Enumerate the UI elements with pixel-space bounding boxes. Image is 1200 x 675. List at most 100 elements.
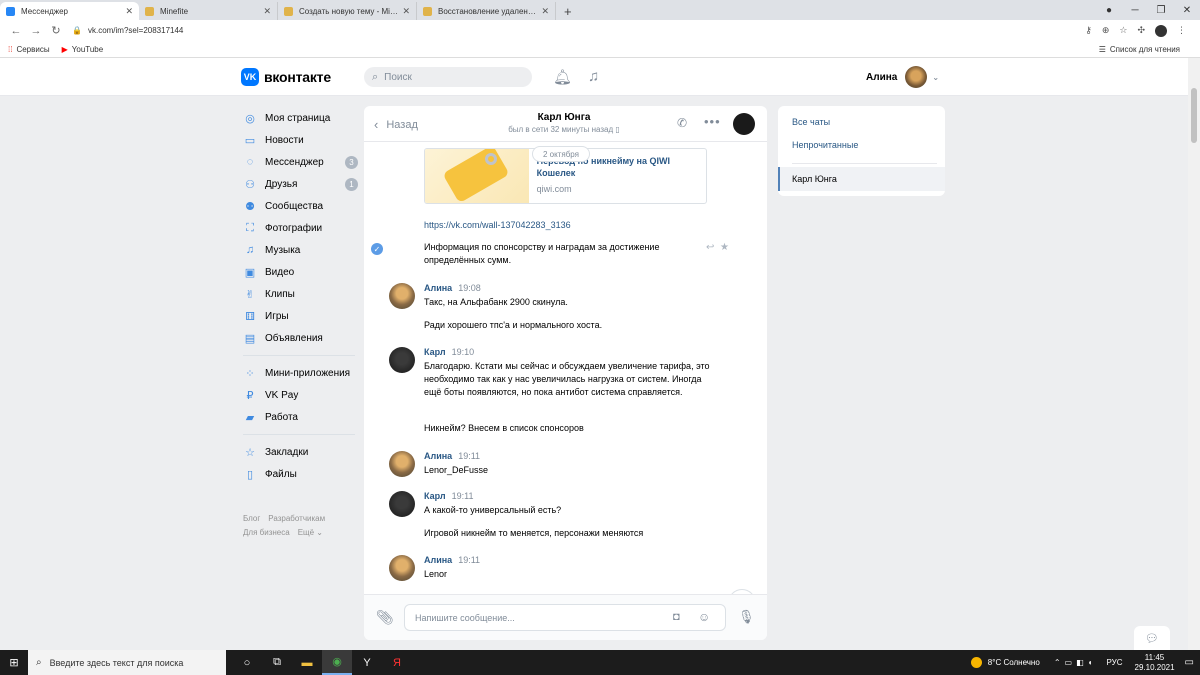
user-menu[interactable]: Алина ⌄: [866, 66, 939, 88]
tray-icons[interactable]: ⌃▭◧◖: [1054, 658, 1097, 667]
active-chat-item[interactable]: Карл Юнга: [778, 167, 945, 191]
chat-title[interactable]: Карл Юнга: [494, 112, 634, 123]
camera-icon[interactable]: ◘: [673, 611, 680, 623]
sidebar-item-ads[interactable]: ▤ Объявления: [243, 327, 358, 349]
task-view-icon[interactable]: ⧉: [262, 656, 292, 669]
tab-messenger[interactable]: Мессенджер ✕: [0, 2, 139, 20]
sidebar-item-messenger[interactable]: ◌ Мессенджер 3: [243, 151, 358, 173]
page-scrollbar[interactable]: [1188, 58, 1200, 650]
divider: [243, 434, 355, 435]
reply-icon[interactable]: ↩: [706, 242, 714, 253]
back-arrow-icon[interactable]: ←: [6, 25, 26, 37]
avatar[interactable]: [733, 113, 755, 135]
forward-arrow-icon[interactable]: →: [26, 25, 46, 37]
tab-create-topic[interactable]: Создать новую тему - Minefite ✕: [278, 2, 417, 20]
avatar[interactable]: [389, 491, 415, 517]
star-icon[interactable]: ☆: [1119, 25, 1127, 36]
avatar[interactable]: [389, 283, 415, 309]
yandex-browser-icon[interactable]: Y: [352, 657, 382, 669]
chat-fab-button[interactable]: 💬︎: [1134, 626, 1170, 650]
filter-all-chats[interactable]: Все чаты: [792, 117, 830, 127]
avatar[interactable]: [389, 347, 415, 373]
sidebar-item-bookmarks[interactable]: ☆ Закладки: [243, 441, 358, 463]
url-field[interactable]: 🔒 vk.com/im?sel=208317144: [72, 23, 1085, 39]
sidebar-item-communities[interactable]: ⚉ Сообщества: [243, 195, 358, 217]
vk-logo[interactable]: VK вконтакте: [241, 68, 331, 86]
close-icon[interactable]: ✕: [263, 6, 271, 17]
minimize-icon[interactable]: ─: [1122, 5, 1148, 16]
new-tab-button[interactable]: +: [556, 2, 580, 20]
vk-favicon-icon: [6, 6, 15, 16]
sidebar-item-files[interactable]: ▯ Файлы: [243, 463, 358, 485]
footer-link-blog[interactable]: Блог: [243, 514, 260, 523]
check-icon[interactable]: ✓: [371, 243, 383, 255]
avatar[interactable]: [389, 451, 415, 477]
sidebar-item-work[interactable]: ▰ Работа: [243, 406, 358, 428]
weather-text[interactable]: 8°C Солнечно: [988, 658, 1040, 667]
back-button[interactable]: ‹ Назад: [374, 117, 418, 132]
more-dots-icon[interactable]: •••: [704, 114, 721, 129]
smile-icon[interactable]: ☺: [698, 610, 710, 624]
key-icon[interactable]: ⚷: [1085, 25, 1092, 36]
message-text: Игровой никнейм то меняется, персонажи м…: [424, 528, 644, 538]
avatar[interactable]: [389, 555, 415, 581]
windows-start-icon[interactable]: ⊞: [0, 656, 28, 669]
sidebar-item-video[interactable]: ▣ Видео: [243, 261, 358, 283]
taskbar-search-input[interactable]: ⌕ Введите здесь текст для поиска: [28, 650, 226, 675]
paperclip-icon[interactable]: 📎︎: [376, 609, 394, 626]
tab-restore[interactable]: Восстановление удаленных сис ✕: [417, 2, 556, 20]
file-explorer-icon[interactable]: ▬: [292, 657, 322, 669]
message-link[interactable]: https://vk.com/wall-137042283_3136: [424, 220, 571, 230]
footer-link-business[interactable]: Для бизнеса: [243, 528, 290, 537]
sidebar-item-photos[interactable]: ⛶ Фотографии: [243, 217, 358, 239]
sidebar-item-news[interactable]: ▭ Новости: [243, 129, 358, 151]
sidebar-item-games[interactable]: ⚅ Игры: [243, 305, 358, 327]
sidebar-item-my-page[interactable]: ◎ Моя страница: [243, 107, 358, 129]
back-label: Назад: [386, 118, 418, 131]
music-note-icon[interactable]: ♫: [588, 68, 599, 85]
author-name[interactable]: Карл: [424, 491, 446, 501]
menu-dots-icon[interactable]: ⋮: [1177, 25, 1186, 36]
bell-icon[interactable]: 🔔︎: [553, 68, 572, 86]
filter-unread[interactable]: Непрочитанные: [792, 140, 858, 150]
scrollbar-thumb[interactable]: [1191, 88, 1197, 143]
phone-icon[interactable]: ✆: [677, 116, 687, 130]
bookmark-services[interactable]: ⁞⁞ Сервисы: [8, 45, 50, 54]
yandex-icon[interactable]: Я: [382, 657, 412, 669]
author-name[interactable]: Алина: [424, 451, 452, 461]
message-time: 19:11: [451, 491, 474, 501]
language-indicator[interactable]: РУС: [1106, 658, 1122, 667]
extensions-icon[interactable]: ✣: [1137, 25, 1145, 36]
profile-avatar[interactable]: [1155, 24, 1167, 37]
close-window-icon[interactable]: ✕: [1174, 5, 1200, 16]
sidebar-item-music[interactable]: ♫ Музыка: [243, 239, 358, 261]
maximize-icon[interactable]: ❐: [1148, 5, 1174, 16]
clock[interactable]: 11:45 29.10.2021: [1135, 653, 1175, 673]
minefite-favicon-icon: [145, 6, 154, 16]
sidebar-item-friends[interactable]: ⚇ Друзья 1: [243, 173, 358, 195]
bookmark-youtube[interactable]: ▶ YouTube: [62, 45, 104, 54]
author-name[interactable]: Алина: [424, 555, 452, 565]
sidebar-item-label: Мини-приложения: [265, 367, 351, 379]
star-icon[interactable]: ★: [720, 242, 729, 253]
close-icon[interactable]: ✕: [541, 6, 549, 17]
microphone-icon[interactable]: 🎙︎: [738, 609, 755, 625]
sidebar-item-vk-pay[interactable]: ₽ VK Pay: [243, 384, 358, 406]
author-name[interactable]: Алина: [424, 283, 452, 293]
chrome-icon[interactable]: ◉: [322, 650, 352, 675]
sidebar-item-mini-apps[interactable]: ⁘ Мини-приложения: [243, 362, 358, 384]
close-icon[interactable]: ✕: [125, 6, 133, 17]
sidebar-item-clips[interactable]: ✌ Клипы: [243, 283, 358, 305]
tab-minefite[interactable]: Minefite ✕: [139, 2, 278, 20]
zoom-icon[interactable]: ⊕: [1102, 25, 1110, 36]
reading-list[interactable]: ☰ Список для чтения: [1099, 45, 1180, 54]
close-icon[interactable]: ✕: [402, 6, 410, 17]
reload-icon[interactable]: ↻: [46, 24, 66, 37]
profile-icon[interactable]: ●: [1096, 5, 1122, 16]
notifications-icon[interactable]: ▭: [1185, 657, 1194, 668]
cortana-icon[interactable]: ○: [232, 657, 262, 669]
search-input[interactable]: ⌕ Поиск: [364, 67, 532, 87]
author-name[interactable]: Карл: [424, 347, 446, 357]
footer-link-developers[interactable]: Разработчикам: [268, 514, 325, 523]
footer-link-more[interactable]: Ещё ⌄: [298, 528, 323, 537]
